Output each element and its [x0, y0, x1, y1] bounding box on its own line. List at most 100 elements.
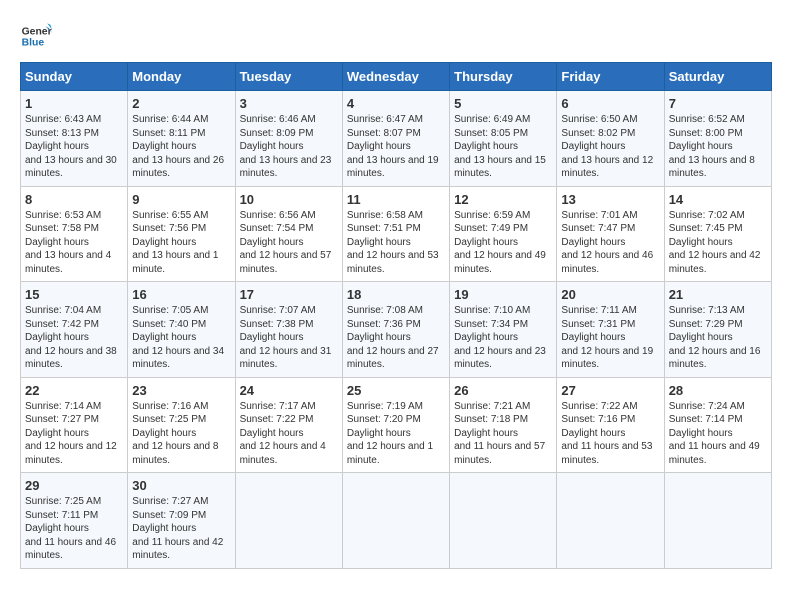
- day-info: Sunrise: 7:04 AMSunset: 7:42 PMDaylight …: [25, 304, 123, 372]
- day-info: Sunrise: 7:21 AMSunset: 7:18 PMDaylight …: [454, 400, 552, 468]
- calendar-day: 1 Sunrise: 6:43 AMSunset: 8:13 PMDayligh…: [21, 91, 128, 187]
- logo-icon: General Blue: [20, 20, 52, 52]
- day-info: Sunrise: 7:02 AMSunset: 7:45 PMDaylight …: [669, 209, 767, 277]
- calendar-day: 13 Sunrise: 7:01 AMSunset: 7:47 PMDaylig…: [557, 186, 664, 282]
- day-number: 27: [561, 383, 659, 398]
- day-info: Sunrise: 6:55 AMSunset: 7:56 PMDaylight …: [132, 209, 230, 277]
- day-number: 20: [561, 287, 659, 302]
- day-number: 23: [132, 383, 230, 398]
- calendar-day: 3 Sunrise: 6:46 AMSunset: 8:09 PMDayligh…: [235, 91, 342, 187]
- calendar-table: SundayMondayTuesdayWednesdayThursdayFrid…: [20, 62, 772, 569]
- calendar-day: [235, 473, 342, 569]
- logo: General Blue: [20, 20, 52, 52]
- calendar-day: [664, 473, 771, 569]
- header-thursday: Thursday: [450, 63, 557, 91]
- day-number: 19: [454, 287, 552, 302]
- day-info: Sunrise: 6:52 AMSunset: 8:00 PMDaylight …: [669, 113, 767, 181]
- day-info: Sunrise: 7:16 AMSunset: 7:25 PMDaylight …: [132, 400, 230, 468]
- day-number: 9: [132, 192, 230, 207]
- day-number: 22: [25, 383, 123, 398]
- calendar-day: 9 Sunrise: 6:55 AMSunset: 7:56 PMDayligh…: [128, 186, 235, 282]
- day-info: Sunrise: 7:22 AMSunset: 7:16 PMDaylight …: [561, 400, 659, 468]
- calendar-week-1: 1 Sunrise: 6:43 AMSunset: 8:13 PMDayligh…: [21, 91, 772, 187]
- day-number: 25: [347, 383, 445, 398]
- day-info: Sunrise: 7:01 AMSunset: 7:47 PMDaylight …: [561, 209, 659, 277]
- day-info: Sunrise: 6:56 AMSunset: 7:54 PMDaylight …: [240, 209, 338, 277]
- day-number: 24: [240, 383, 338, 398]
- day-info: Sunrise: 6:46 AMSunset: 8:09 PMDaylight …: [240, 113, 338, 181]
- day-number: 8: [25, 192, 123, 207]
- calendar-day: 19 Sunrise: 7:10 AMSunset: 7:34 PMDaylig…: [450, 282, 557, 378]
- calendar-week-4: 22 Sunrise: 7:14 AMSunset: 7:27 PMDaylig…: [21, 377, 772, 473]
- day-info: Sunrise: 6:58 AMSunset: 7:51 PMDaylight …: [347, 209, 445, 277]
- header-tuesday: Tuesday: [235, 63, 342, 91]
- header-wednesday: Wednesday: [342, 63, 449, 91]
- day-info: Sunrise: 7:07 AMSunset: 7:38 PMDaylight …: [240, 304, 338, 372]
- day-info: Sunrise: 7:24 AMSunset: 7:14 PMDaylight …: [669, 400, 767, 468]
- day-number: 13: [561, 192, 659, 207]
- calendar-day: 26 Sunrise: 7:21 AMSunset: 7:18 PMDaylig…: [450, 377, 557, 473]
- calendar-week-5: 29 Sunrise: 7:25 AMSunset: 7:11 PMDaylig…: [21, 473, 772, 569]
- day-number: 15: [25, 287, 123, 302]
- header-sunday: Sunday: [21, 63, 128, 91]
- day-info: Sunrise: 7:19 AMSunset: 7:20 PMDaylight …: [347, 400, 445, 468]
- calendar-day: 25 Sunrise: 7:19 AMSunset: 7:20 PMDaylig…: [342, 377, 449, 473]
- day-info: Sunrise: 6:50 AMSunset: 8:02 PMDaylight …: [561, 113, 659, 181]
- day-number: 2: [132, 96, 230, 111]
- day-info: Sunrise: 6:44 AMSunset: 8:11 PMDaylight …: [132, 113, 230, 181]
- day-number: 10: [240, 192, 338, 207]
- day-number: 18: [347, 287, 445, 302]
- day-info: Sunrise: 6:49 AMSunset: 8:05 PMDaylight …: [454, 113, 552, 181]
- day-number: 14: [669, 192, 767, 207]
- calendar-day: 23 Sunrise: 7:16 AMSunset: 7:25 PMDaylig…: [128, 377, 235, 473]
- day-number: 29: [25, 478, 123, 493]
- day-info: Sunrise: 7:27 AMSunset: 7:09 PMDaylight …: [132, 495, 230, 563]
- day-info: Sunrise: 6:43 AMSunset: 8:13 PMDaylight …: [25, 113, 123, 181]
- day-info: Sunrise: 7:05 AMSunset: 7:40 PMDaylight …: [132, 304, 230, 372]
- calendar-day: 12 Sunrise: 6:59 AMSunset: 7:49 PMDaylig…: [450, 186, 557, 282]
- day-info: Sunrise: 7:13 AMSunset: 7:29 PMDaylight …: [669, 304, 767, 372]
- calendar-day: 11 Sunrise: 6:58 AMSunset: 7:51 PMDaylig…: [342, 186, 449, 282]
- day-info: Sunrise: 7:11 AMSunset: 7:31 PMDaylight …: [561, 304, 659, 372]
- day-number: 6: [561, 96, 659, 111]
- day-number: 4: [347, 96, 445, 111]
- calendar-day: [342, 473, 449, 569]
- calendar-day: 27 Sunrise: 7:22 AMSunset: 7:16 PMDaylig…: [557, 377, 664, 473]
- day-info: Sunrise: 6:53 AMSunset: 7:58 PMDaylight …: [25, 209, 123, 277]
- day-info: Sunrise: 7:08 AMSunset: 7:36 PMDaylight …: [347, 304, 445, 372]
- day-info: Sunrise: 7:25 AMSunset: 7:11 PMDaylight …: [25, 495, 123, 563]
- svg-text:Blue: Blue: [22, 38, 45, 49]
- day-number: 30: [132, 478, 230, 493]
- day-number: 11: [347, 192, 445, 207]
- calendar-day: 30 Sunrise: 7:27 AMSunset: 7:09 PMDaylig…: [128, 473, 235, 569]
- header-saturday: Saturday: [664, 63, 771, 91]
- day-info: Sunrise: 7:17 AMSunset: 7:22 PMDaylight …: [240, 400, 338, 468]
- calendar-day: 20 Sunrise: 7:11 AMSunset: 7:31 PMDaylig…: [557, 282, 664, 378]
- day-number: 7: [669, 96, 767, 111]
- calendar-week-2: 8 Sunrise: 6:53 AMSunset: 7:58 PMDayligh…: [21, 186, 772, 282]
- calendar-day: [450, 473, 557, 569]
- calendar-day: 6 Sunrise: 6:50 AMSunset: 8:02 PMDayligh…: [557, 91, 664, 187]
- day-number: 12: [454, 192, 552, 207]
- page-header: General Blue: [20, 20, 772, 52]
- calendar-day: 15 Sunrise: 7:04 AMSunset: 7:42 PMDaylig…: [21, 282, 128, 378]
- day-number: 21: [669, 287, 767, 302]
- calendar-day: 5 Sunrise: 6:49 AMSunset: 8:05 PMDayligh…: [450, 91, 557, 187]
- day-info: Sunrise: 6:59 AMSunset: 7:49 PMDaylight …: [454, 209, 552, 277]
- calendar-day: 2 Sunrise: 6:44 AMSunset: 8:11 PMDayligh…: [128, 91, 235, 187]
- day-number: 28: [669, 383, 767, 398]
- calendar-day: 16 Sunrise: 7:05 AMSunset: 7:40 PMDaylig…: [128, 282, 235, 378]
- calendar-day: 4 Sunrise: 6:47 AMSunset: 8:07 PMDayligh…: [342, 91, 449, 187]
- calendar-day: 28 Sunrise: 7:24 AMSunset: 7:14 PMDaylig…: [664, 377, 771, 473]
- day-number: 16: [132, 287, 230, 302]
- calendar-day: 7 Sunrise: 6:52 AMSunset: 8:00 PMDayligh…: [664, 91, 771, 187]
- calendar-day: 10 Sunrise: 6:56 AMSunset: 7:54 PMDaylig…: [235, 186, 342, 282]
- day-info: Sunrise: 6:47 AMSunset: 8:07 PMDaylight …: [347, 113, 445, 181]
- calendar-day: 17 Sunrise: 7:07 AMSunset: 7:38 PMDaylig…: [235, 282, 342, 378]
- calendar-day: 29 Sunrise: 7:25 AMSunset: 7:11 PMDaylig…: [21, 473, 128, 569]
- day-number: 1: [25, 96, 123, 111]
- day-info: Sunrise: 7:14 AMSunset: 7:27 PMDaylight …: [25, 400, 123, 468]
- day-number: 3: [240, 96, 338, 111]
- header-monday: Monday: [128, 63, 235, 91]
- calendar-day: 22 Sunrise: 7:14 AMSunset: 7:27 PMDaylig…: [21, 377, 128, 473]
